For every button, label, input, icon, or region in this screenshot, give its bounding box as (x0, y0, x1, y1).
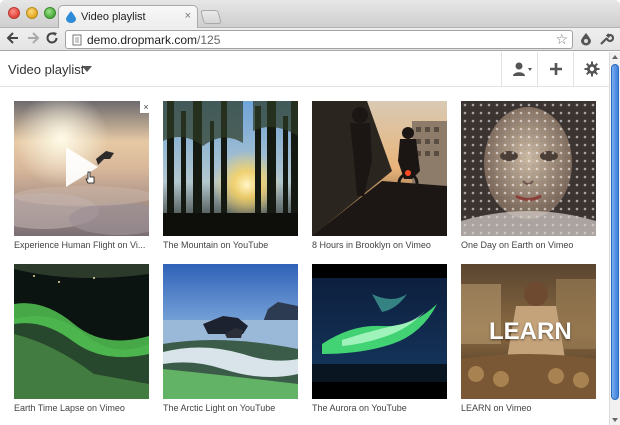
tab-title: Video playlist (81, 11, 146, 23)
video-grid: × Experience Human Flight on Vi... The M… (0, 88, 609, 425)
video-caption[interactable]: Experience Human Flight on Vi... (14, 240, 164, 250)
video-caption[interactable]: Earth Time Lapse on Vimeo (14, 403, 164, 413)
video-caption[interactable]: The Arctic Light on YouTube (163, 403, 313, 413)
title-bar: Video playlist × (0, 0, 620, 29)
video-thumbnail[interactable] (461, 101, 596, 236)
add-item-button[interactable] (537, 52, 573, 87)
video-thumbnail[interactable] (14, 264, 149, 399)
video-thumbnail[interactable] (163, 264, 298, 399)
learn-overlay-text: LEARN (489, 318, 572, 345)
address-bar[interactable]: demo.dropmark.com/125 ☆ (65, 30, 573, 49)
hand-cursor-icon (85, 171, 95, 184)
collection-title[interactable]: Video playlist (8, 62, 84, 77)
video-caption[interactable]: One Day on Earth on Vimeo (461, 240, 611, 250)
reload-icon[interactable] (44, 31, 60, 47)
bookmark-star-icon[interactable]: ☆ (555, 31, 568, 48)
app-header: Video playlist (0, 52, 609, 87)
close-window-button[interactable] (8, 7, 20, 19)
browser-window: Video playlist × demo.dropmark.com/125 ☆ (0, 0, 620, 425)
url-text: demo.dropmark.com/125 (87, 33, 221, 47)
tab-close-icon[interactable]: × (185, 10, 191, 22)
zoom-window-button[interactable] (44, 7, 56, 19)
video-caption[interactable]: 8 Hours in Brooklyn on Vimeo (312, 240, 462, 250)
video-caption[interactable]: The Aurora on YouTube (312, 403, 462, 413)
video-thumbnail[interactable] (163, 101, 298, 236)
chevron-down-icon[interactable] (82, 66, 92, 72)
user-icon (513, 62, 532, 76)
scroll-up-arrow-icon[interactable] (612, 55, 618, 59)
video-thumbnail[interactable] (14, 101, 149, 236)
scroll-thumb[interactable] (611, 64, 619, 400)
wrench-icon[interactable] (598, 31, 615, 47)
remove-item-icon[interactable]: × (140, 101, 152, 113)
plus-icon (550, 63, 562, 75)
new-tab-button[interactable] (200, 10, 222, 24)
dropmark-favicon-icon (66, 11, 76, 23)
video-thumbnail[interactable] (312, 264, 447, 399)
video-thumbnail[interactable]: LEARN (461, 264, 596, 399)
gear-icon (584, 61, 600, 77)
video-thumbnail[interactable] (312, 101, 447, 236)
page-icon (72, 34, 82, 46)
browser-tab[interactable]: Video playlist × (58, 5, 198, 29)
minimize-window-button[interactable] (26, 7, 38, 19)
user-menu-button[interactable] (501, 52, 537, 87)
settings-button[interactable] (573, 52, 609, 87)
video-caption[interactable]: The Mountain on YouTube (163, 240, 313, 250)
video-caption[interactable]: LEARN on Vimeo (461, 403, 611, 413)
back-arrow-icon[interactable] (5, 31, 21, 47)
vertical-scrollbar[interactable] (609, 52, 620, 425)
browser-toolbar: demo.dropmark.com/125 ☆ (0, 28, 620, 51)
scroll-down-arrow-icon[interactable] (612, 418, 618, 422)
forward-arrow-icon[interactable] (25, 31, 41, 47)
dropmark-extension-icon[interactable] (578, 31, 594, 47)
